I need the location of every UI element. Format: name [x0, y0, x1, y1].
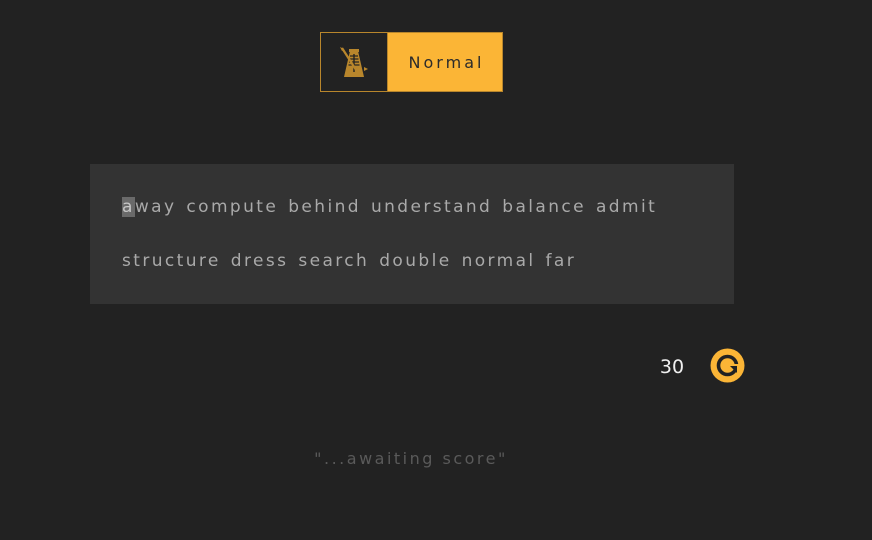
word: behind [288, 197, 361, 217]
word: admit [595, 197, 658, 217]
word: dress [230, 251, 289, 271]
mode-toggle[interactable]: Normal [320, 32, 503, 92]
word-panel[interactable]: away compute behind understand balance admit … [90, 164, 734, 304]
word-line-2: structure dress search double normal far [122, 246, 702, 300]
word: search [298, 251, 370, 271]
word: far [545, 251, 577, 271]
current-word-rest: way [134, 197, 177, 217]
word-line-1: away compute behind understand balance admit [122, 192, 702, 246]
word: understand [370, 197, 493, 217]
timer: 30 [659, 356, 685, 378]
typing-test-page: Normal away compute behind understand balanc… [0, 0, 872, 540]
cursor-letter: a [122, 197, 135, 217]
word: double [379, 251, 452, 271]
restart-button[interactable] [710, 348, 745, 383]
restart-icon [710, 348, 745, 383]
metronome-icon [340, 47, 368, 77]
word: normal [461, 251, 536, 271]
mode-icon-box[interactable] [321, 33, 388, 91]
word: balance [502, 197, 586, 217]
score-status: "...awaiting score" [314, 449, 508, 468]
word: structure [122, 251, 221, 271]
word-current: away [122, 197, 176, 217]
word: compute [186, 197, 279, 217]
mode-label[interactable]: Normal [388, 33, 502, 91]
